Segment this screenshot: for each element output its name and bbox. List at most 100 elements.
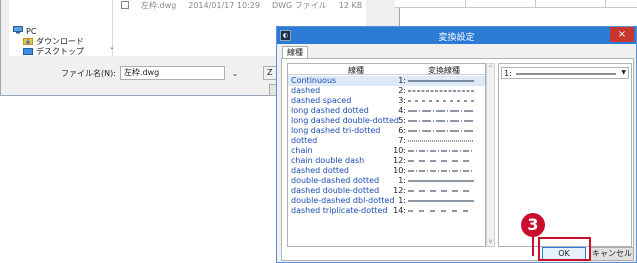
linetype-name: dashed spaced xyxy=(291,96,352,105)
grid-line xyxy=(605,0,606,8)
linetype-table: 線種 変換線種 Continuous 1: dashed 2: dashed space… xyxy=(287,63,486,247)
line-sample xyxy=(408,190,474,192)
table-row[interactable]: dashed 2: xyxy=(288,86,485,96)
callout-line xyxy=(532,236,534,256)
file-row[interactable]: 左枠.dwg 2014/01/17 10:29 DWG ファイル 12 KB xyxy=(121,0,362,10)
tree-item-pc[interactable]: PC xyxy=(13,26,36,36)
converted-linetype-number: 10: xyxy=(393,166,406,175)
dialog-titlebar[interactable]: ◐ 変換設定 × xyxy=(277,27,636,44)
file-checkbox[interactable] xyxy=(121,1,129,9)
line-sample xyxy=(408,80,474,82)
close-button[interactable]: × xyxy=(610,27,634,42)
linetype-preview-panel: 1: ▼ xyxy=(498,63,632,247)
converted-linetype-number: 4: xyxy=(398,106,406,115)
line-sample xyxy=(408,180,474,182)
table-header: 線種 変換線種 xyxy=(288,64,485,75)
file-name: 左枠.dwg xyxy=(141,0,177,10)
table-row[interactable]: chain double dash 12: xyxy=(288,156,485,166)
filename-row: ファイル名(N): 左枠.dwg ⌄ xyxy=(61,66,241,80)
line-sample xyxy=(408,160,474,162)
converted-linetype-number: 5: xyxy=(398,116,406,125)
linetype-dropdown[interactable]: 1: ▼ xyxy=(501,67,629,79)
grid-line xyxy=(465,0,466,8)
converted-linetype-number: 14: xyxy=(393,206,406,215)
linetype-tab-panel: 線種 変換線種 Continuous 1: dashed 2: dashed space… xyxy=(281,58,634,261)
download-folder-icon xyxy=(23,37,33,47)
table-row[interactable]: dashed dotted 10: xyxy=(288,166,485,176)
table-row[interactable]: long dashed dotted 4: xyxy=(288,106,485,116)
linetype-name: long dashed double-dotted xyxy=(291,116,399,125)
filename-input[interactable]: 左枠.dwg xyxy=(119,66,225,80)
scroll-down-icon[interactable]: v xyxy=(487,238,494,245)
converted-linetype-number: 12: xyxy=(393,186,406,195)
table-row[interactable]: chain 10: xyxy=(288,146,485,156)
line-sample xyxy=(408,130,474,132)
line-sample xyxy=(408,170,474,172)
column-header-linetype: 線種 xyxy=(348,66,364,75)
table-row[interactable]: double-dashed dbl-dotted 1: xyxy=(288,196,485,206)
line-sample xyxy=(408,100,474,102)
cancel-button[interactable]: キャンセル xyxy=(590,247,634,261)
linetype-name: dashed xyxy=(291,86,321,95)
converted-linetype-number: 12: xyxy=(393,156,406,165)
linetype-name: double-dashed dotted xyxy=(291,176,380,185)
tab-linetype[interactable]: 線種 xyxy=(282,46,308,58)
filename-label: ファイル名(N): xyxy=(61,68,116,78)
line-sample xyxy=(408,210,474,212)
table-row[interactable]: dashed spaced 3: xyxy=(288,96,485,106)
converted-linetype-number: 6: xyxy=(398,126,406,135)
linetype-name: long dashed dotted xyxy=(291,106,369,115)
computer-icon xyxy=(13,26,23,36)
linetype-name: dashed double-dotted xyxy=(291,186,380,195)
dropdown-value-number: 1: xyxy=(504,69,512,78)
table-row[interactable]: long dashed double-dotted 5: xyxy=(288,116,485,126)
linetype-name: dashed dotted xyxy=(291,166,350,175)
line-sample xyxy=(408,110,474,112)
grid-line xyxy=(535,0,536,8)
chevron-down-icon: ▼ xyxy=(621,69,626,76)
vertical-scrollbar[interactable]: ^ v xyxy=(486,63,495,247)
tree-item-label: デスクトップ xyxy=(36,47,84,56)
dropdown-line-sample xyxy=(516,73,616,75)
converted-linetype-number: 7: xyxy=(398,136,406,145)
table-row[interactable]: dotted 7: xyxy=(288,136,485,146)
tree-item-desktop[interactable]: デスクトップ xyxy=(23,46,84,57)
line-sample xyxy=(408,200,474,202)
callout-highlight-box xyxy=(538,237,591,261)
line-sample xyxy=(408,90,474,92)
converted-linetype-number: 1: xyxy=(398,176,406,185)
converted-linetype-number: 2: xyxy=(398,86,406,95)
converted-linetype-number: 1: xyxy=(398,196,406,205)
linetype-name: dashed triplicate-dotted xyxy=(291,206,388,215)
linetype-name: dotted xyxy=(291,136,318,145)
drawing-area xyxy=(395,0,637,8)
table-row[interactable]: long dashed tri-dotted 6: xyxy=(288,126,485,136)
linetype-name: chain double dash xyxy=(291,156,365,165)
converted-linetype-number: 10: xyxy=(393,146,406,155)
file-date: 2014/01/17 10:29 xyxy=(188,0,260,10)
desktop-folder-icon xyxy=(23,47,33,57)
table-row[interactable]: Continuous 1: xyxy=(288,76,485,86)
table-row[interactable]: double-dashed dotted 1: xyxy=(288,176,485,186)
file-size: 12 KB xyxy=(338,0,363,10)
folder-tree: PC ダウンロード デスクトップ ⌄ xyxy=(9,0,115,57)
linetype-name: Continuous xyxy=(291,76,337,85)
tree-item-label: PC xyxy=(26,26,37,36)
linetype-name: long dashed tri-dotted xyxy=(291,126,381,135)
file-type: DWG ファイル xyxy=(271,0,327,10)
line-sample xyxy=(408,150,474,152)
chevron-down-icon[interactable]: ⌄ xyxy=(229,69,241,78)
table-row[interactable]: dashed double-dotted 12: xyxy=(288,186,485,196)
conversion-settings-dialog: ◐ 変換設定 × 線種 線種 変換線種 Continuous 1: dashed 2:… xyxy=(276,26,637,263)
line-sample xyxy=(408,140,474,142)
linetype-name: double-dashed dbl-dotted xyxy=(291,196,395,205)
converted-linetype-number: 3: xyxy=(398,96,406,105)
column-header-converted: 変換線種 xyxy=(428,66,460,75)
table-row[interactable]: dashed triplicate-dotted 14: xyxy=(288,206,485,216)
line-sample xyxy=(408,120,474,122)
scroll-up-icon[interactable]: ^ xyxy=(487,65,494,72)
linetype-name: chain xyxy=(291,146,313,155)
converted-linetype-number: 1: xyxy=(398,76,406,85)
step-number-badge: 3 xyxy=(521,213,545,237)
table-body: Continuous 1: dashed 2: dashed spaced 3: long … xyxy=(288,76,485,216)
